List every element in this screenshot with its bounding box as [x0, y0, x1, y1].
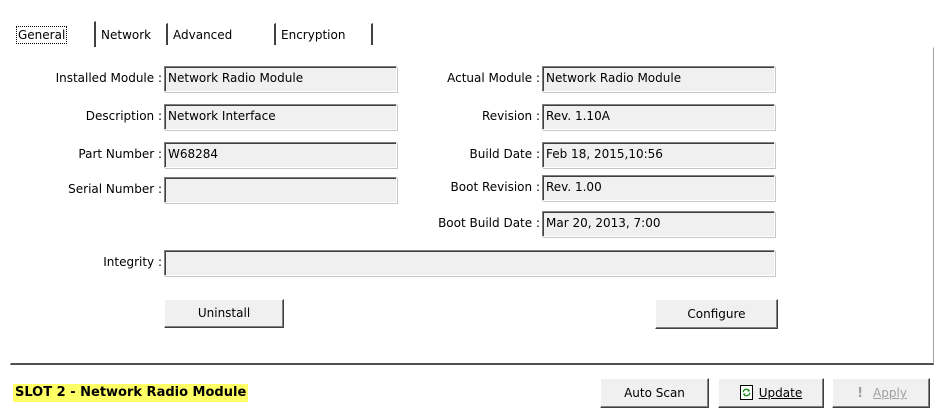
slot-status-text: SLOT 2 - Network Radio Module [13, 384, 249, 402]
boot-revision-label: Boot Revision : [450, 180, 540, 194]
tab-advanced[interactable]: Advanced [168, 23, 276, 45]
tab-network-label: Network [101, 28, 152, 42]
general-panel [10, 47, 934, 365]
update-button-label: Update [758, 386, 803, 400]
uninstall-button[interactable]: Uninstall [164, 299, 284, 328]
exclamation-icon: ! [857, 386, 864, 401]
part-number-label: Part Number : [78, 147, 162, 161]
apply-button-label: Apply [873, 386, 907, 400]
revision-field: Rev. 1.10A [542, 104, 775, 130]
boot-revision-field: Rev. 1.00 [542, 175, 775, 201]
update-button[interactable]: Update [718, 378, 824, 408]
build-date-field: Feb 18, 2015,10:56 [542, 142, 775, 168]
uninstall-button-label: Uninstall [197, 306, 251, 320]
actual-module-field: Network Radio Module [542, 66, 775, 92]
serial-number-field [164, 177, 397, 203]
tab-network[interactable]: Network [96, 23, 168, 45]
integrity-label: Integrity : [103, 255, 162, 269]
auto-scan-button-label: Auto Scan [624, 386, 685, 400]
refresh-icon [739, 385, 753, 400]
description-label: Description : [85, 109, 162, 123]
tab-encryption[interactable]: Encryption [276, 23, 373, 45]
serial-number-label: Serial Number : [68, 182, 162, 196]
tab-general-label: General [15, 26, 68, 44]
configure-button-label: Configure [687, 307, 746, 321]
configure-button[interactable]: Configure [655, 299, 778, 329]
build-date-label: Build Date : [469, 147, 540, 161]
integrity-field [164, 250, 775, 276]
tab-general[interactable]: General [13, 21, 96, 47]
actual-module-label: Actual Module : [447, 71, 540, 85]
apply-button[interactable]: ! Apply [832, 378, 930, 408]
installed-module-field: Network Radio Module [164, 66, 397, 92]
auto-scan-button[interactable]: Auto Scan [600, 378, 709, 408]
description-field: Network Interface [164, 104, 397, 130]
revision-label: Revision : [481, 109, 540, 123]
tab-advanced-label: Advanced [173, 28, 233, 42]
part-number-field: W68284 [164, 142, 397, 168]
tab-encryption-label: Encryption [281, 28, 346, 42]
installed-module-label: Installed Module : [55, 71, 162, 85]
boot-build-date-label: Boot Build Date : [438, 216, 540, 230]
boot-build-date-field: Mar 20, 2013, 7:00 [542, 211, 775, 237]
